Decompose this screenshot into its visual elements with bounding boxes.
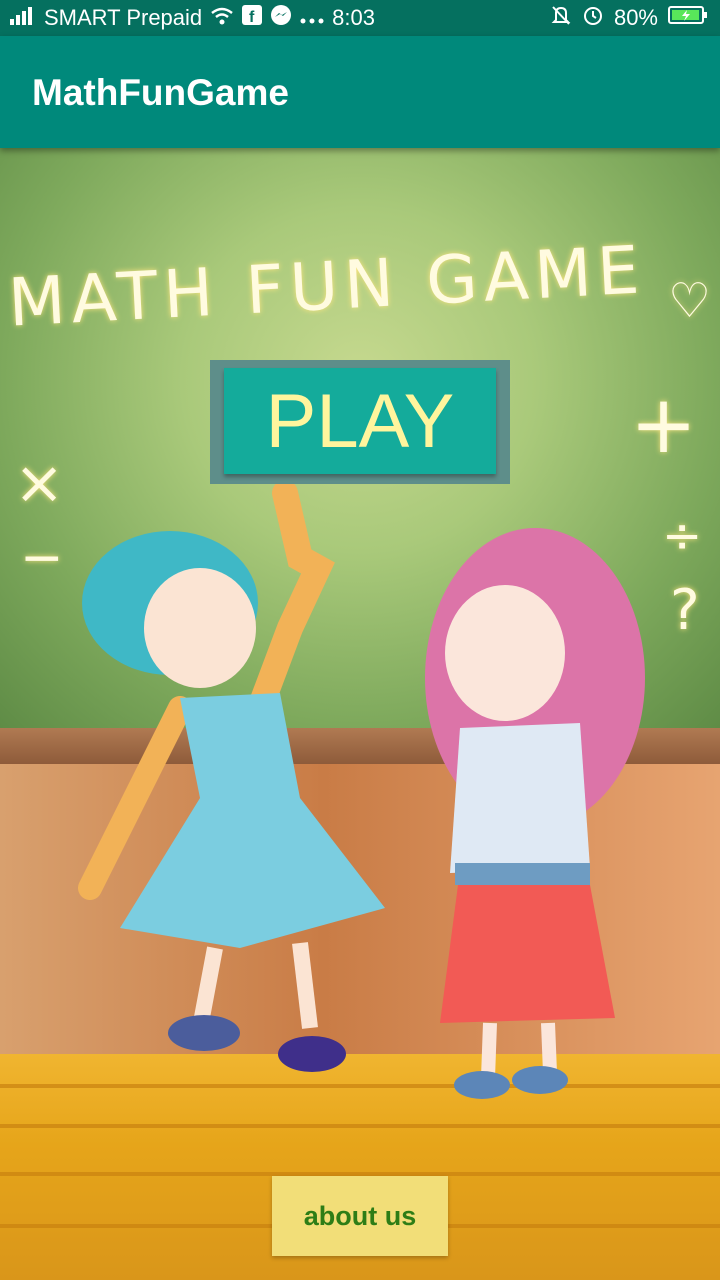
girls-illustration (78, 480, 645, 1099)
clock-time: 8:03 (332, 5, 375, 30)
game-illustration: MATH FUN GAME ♡ × − + ÷ ? PLAY about us (0, 148, 720, 1280)
play-button[interactable]: PLAY (224, 368, 496, 474)
about-us-button[interactable]: about us (272, 1176, 448, 1256)
facebook-icon: f (242, 5, 263, 31)
app-bar: MathFunGame (0, 36, 720, 148)
more-icon (300, 5, 324, 31)
play-button-frame: PLAY (210, 360, 510, 484)
status-bar: SMART Prepaid f 8:03 80% (0, 0, 720, 36)
battery-level: 80% (613, 5, 658, 30)
app-title: MathFunGame (32, 72, 289, 113)
svg-text:f: f (249, 9, 255, 25)
battery-icon (668, 5, 708, 31)
wifi-icon (210, 5, 234, 31)
messenger-icon (270, 4, 292, 32)
signal-icon (10, 5, 36, 31)
mute-icon (550, 4, 572, 32)
alarm-icon (582, 4, 604, 32)
carrier-name: SMART Prepaid (44, 5, 203, 30)
